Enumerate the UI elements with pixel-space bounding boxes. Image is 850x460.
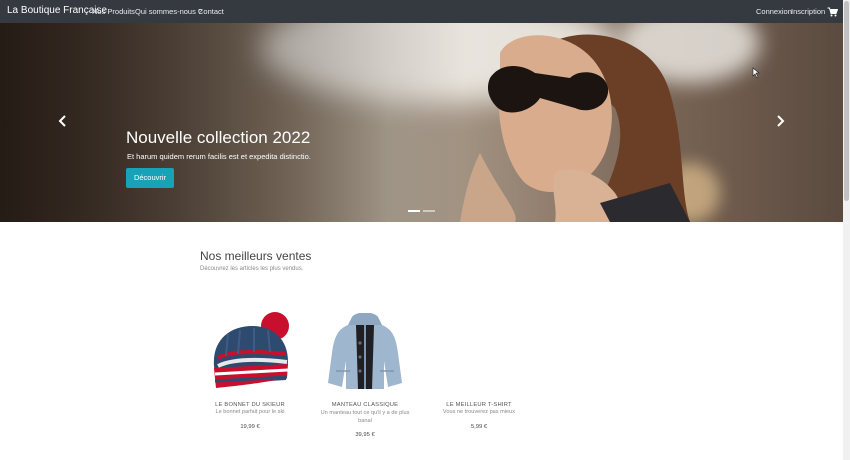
cart-icon[interactable] — [827, 7, 838, 17]
product-name[interactable]: LE MEILLEUR T-SHIRT — [434, 402, 524, 408]
carousel-indicator-2[interactable] — [423, 210, 435, 212]
product-description: Vous ne trouverez pas mieux — [442, 409, 516, 415]
mouse-cursor-icon — [752, 67, 760, 79]
bestsellers-title: Nos meilleurs ventes — [200, 249, 312, 263]
hero-title: Nouvelle collection 2022 — [126, 128, 311, 147]
product-image-tshirt[interactable] — [437, 320, 521, 390]
hero-overlay — [0, 23, 843, 222]
hero-subtitle: Et harum quidem rerum facilis est et exp… — [127, 152, 311, 161]
product-name[interactable]: MANTEAU CLASSIQUE — [320, 402, 410, 408]
carousel-next-icon[interactable] — [775, 115, 785, 127]
bestsellers-subtitle: Découvrez les articles les plus vendus. — [200, 266, 304, 272]
product-image-coat[interactable] — [324, 313, 406, 391]
product-price: 39,95 € — [355, 432, 375, 438]
signup-link[interactable]: Inscription — [791, 7, 825, 16]
carousel-prev-icon[interactable] — [58, 115, 68, 127]
product-price: 5,99 € — [470, 424, 488, 430]
carousel-indicator-1[interactable] — [408, 210, 420, 212]
scrollbar-thumb[interactable] — [844, 1, 849, 201]
page-scrollbar[interactable] — [843, 0, 850, 460]
product-description: Un manteau tout ce qu'il y a de plus ban… — [320, 410, 410, 424]
discover-button[interactable]: Découvrir — [126, 168, 174, 188]
product-price: 19,99 € — [240, 424, 260, 430]
product-image-beanie[interactable] — [208, 310, 294, 394]
nav-link-products[interactable]: Nos Produits — [92, 7, 135, 16]
login-link[interactable]: Connexion — [756, 7, 792, 16]
nav-link-about[interactable]: Qui sommes-nous ? — [135, 7, 202, 16]
hero-carousel: Nouvelle collection 2022 Et harum quidem… — [0, 23, 843, 222]
product-name[interactable]: LE BONNET DU SKIEUR — [205, 402, 295, 408]
product-description: Le bonnet parfait pour le ski — [215, 409, 285, 415]
navbar: La Boutique Française Nos Produits Qui s… — [0, 0, 843, 23]
nav-link-contact[interactable]: Contact — [198, 7, 224, 16]
